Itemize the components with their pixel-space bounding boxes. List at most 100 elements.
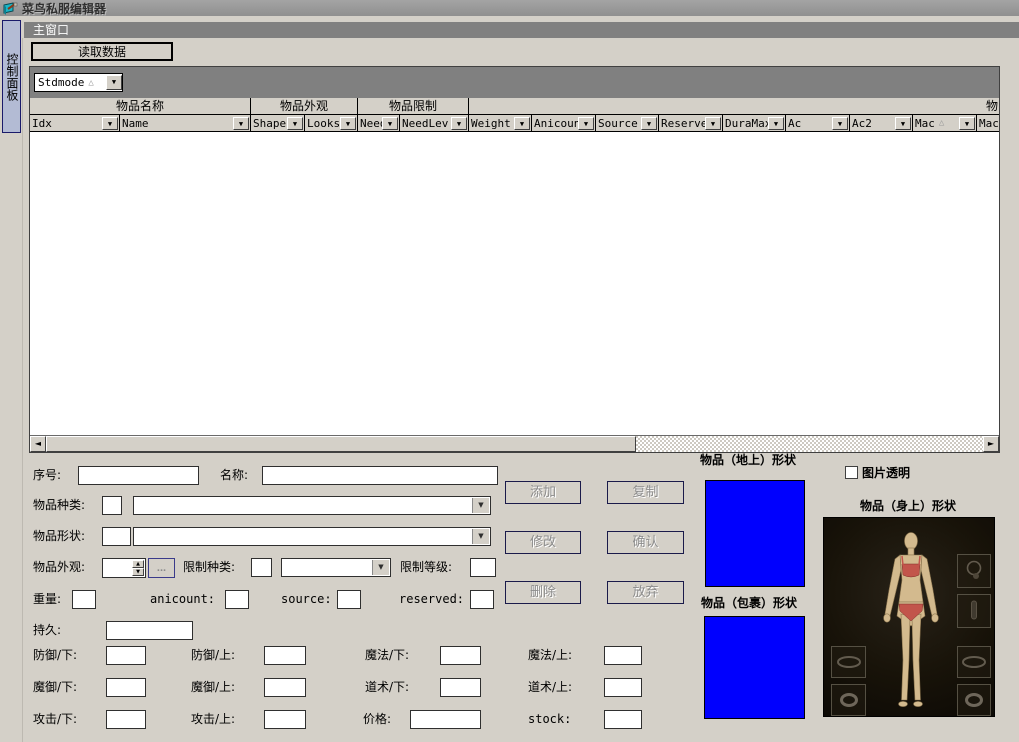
stdmode-select[interactable]: ▼ <box>133 496 491 515</box>
column-header-weight[interactable]: Weight▼ <box>469 115 532 131</box>
idx-input[interactable] <box>78 466 199 485</box>
magic-low-input[interactable] <box>440 646 481 665</box>
discard-button[interactable]: 放弃 <box>607 581 684 604</box>
column-header-need[interactable]: Need▼ <box>358 115 400 131</box>
need-select[interactable]: ▼ <box>281 558 391 577</box>
chevron-down-icon[interactable]: ▼ <box>472 529 489 544</box>
ac-low-input[interactable] <box>106 646 146 665</box>
shape-select[interactable]: ▼ <box>133 527 491 546</box>
necklace-icon <box>961 558 987 584</box>
weight-input[interactable] <box>72 590 96 609</box>
chevron-down-icon[interactable]: ▼ <box>372 560 389 575</box>
column-filter-icon[interactable]: ▼ <box>578 117 594 130</box>
scroll-left-icon[interactable]: ◄ <box>30 436 46 452</box>
mac-high-input[interactable] <box>264 678 306 697</box>
bracelet-icon <box>834 650 864 674</box>
copy-button[interactable]: 复制 <box>607 481 684 504</box>
looks-stepper[interactable]: ▲ ▼ <box>102 558 146 578</box>
column-header-source[interactable]: Source▼ <box>596 115 659 131</box>
column-filter-icon[interactable]: ▼ <box>641 117 657 130</box>
delete-button[interactable]: 删除 <box>505 581 581 604</box>
dura-input[interactable] <box>106 621 193 640</box>
column-header-mac2[interactable]: Mac <box>977 115 999 131</box>
name-input[interactable] <box>262 466 498 485</box>
character-model <box>869 528 953 714</box>
group-header-item-looks: 物品外观 <box>251 98 358 114</box>
column-filter-icon[interactable]: ▼ <box>895 117 911 130</box>
column-filter-icon[interactable]: ▼ <box>102 117 118 130</box>
column-filter-icon[interactable]: ▼ <box>287 117 303 130</box>
column-header-duramax[interactable]: DuraMax▼ <box>723 115 786 131</box>
scrollbar-thumb[interactable] <box>46 436 636 452</box>
chevron-down-icon[interactable]: ▼ <box>472 498 489 513</box>
column-header-anicount[interactable]: Anicoun▼ <box>532 115 596 131</box>
bracelet-icon <box>959 650 989 674</box>
need-code-input[interactable] <box>251 558 272 577</box>
column-header-ac2[interactable]: Ac2▼ <box>850 115 913 131</box>
column-filter-icon[interactable]: ▼ <box>514 117 530 130</box>
column-filter-icon[interactable]: ▼ <box>832 117 848 130</box>
ground-preview-label: 物品（地上）形状 <box>700 451 796 468</box>
transparent-checkbox-label[interactable]: 图片透明 <box>862 464 910 481</box>
modify-button[interactable]: 修改 <box>505 531 581 554</box>
item-editor-window: { "window": { "title": "菜鸟私服编辑器" }, "cap… <box>0 0 1019 742</box>
chevron-down-icon[interactable]: ▼ <box>106 75 122 90</box>
column-filter-icon[interactable]: ▼ <box>705 117 721 130</box>
column-filter-icon[interactable]: ▼ <box>451 117 467 130</box>
ac-high-input[interactable] <box>264 646 306 665</box>
stdmode-filter-combo[interactable]: Stdmode △ ▼ <box>34 73 123 92</box>
stepper-down-icon[interactable]: ▼ <box>132 568 144 576</box>
column-filter-icon[interactable]: ▼ <box>959 117 975 130</box>
window-titlebar: 菜鸟私服编辑器 <box>0 0 1019 16</box>
window-title: 菜鸟私服编辑器 <box>22 0 106 17</box>
mac-high-label: 魔御/上: <box>191 678 235 697</box>
column-header-reserve[interactable]: Reserve▼ <box>659 115 723 131</box>
tao-high-input[interactable] <box>604 678 642 697</box>
attack-low-input[interactable] <box>106 710 146 729</box>
load-data-button[interactable]: 读取数据 <box>31 42 173 61</box>
idx-label: 序号: <box>33 466 61 485</box>
column-header-name[interactable]: Name▼ <box>120 115 251 131</box>
scrollbar-track[interactable] <box>636 436 983 452</box>
need-level-input[interactable] <box>470 558 496 577</box>
group-header-item-name: 物品名称 <box>30 98 251 114</box>
sidebar-tab-control-panel[interactable]: 控制面板 <box>2 20 21 133</box>
tao-low-input[interactable] <box>440 678 481 697</box>
column-header-shape[interactable]: Shape▼ <box>251 115 305 131</box>
ac-low-label: 防御/下: <box>33 646 77 665</box>
column-header-looks[interactable]: Looks▼ <box>305 115 358 131</box>
column-header-needlev[interactable]: NeedLev▼ <box>400 115 469 131</box>
column-header-ac[interactable]: Ac▼ <box>786 115 850 131</box>
confirm-button[interactable]: 确认 <box>607 531 684 554</box>
column-header-idx[interactable]: Idx▼ <box>30 115 120 131</box>
mac-low-input[interactable] <box>106 678 146 697</box>
magic-high-input[interactable] <box>604 646 642 665</box>
caption-bar: 主窗口 <box>24 22 1019 38</box>
column-filter-icon[interactable]: ▼ <box>382 117 398 130</box>
column-filter-icon[interactable]: ▼ <box>233 117 249 130</box>
ring-icon <box>837 689 861 711</box>
group-header-item-limits: 物品限制 <box>358 98 469 114</box>
stepper-up-icon[interactable]: ▲ <box>132 560 144 568</box>
scroll-right-icon[interactable]: ► <box>983 436 999 452</box>
grid-group-header-row: 物品名称 物品外观 物品限制 物 <box>30 98 999 115</box>
equipment-slot-necklace <box>957 554 991 588</box>
column-header-mac[interactable]: Mac△▼ <box>913 115 977 131</box>
weight-label: 重量: <box>33 590 61 609</box>
stdmode-code-input[interactable] <box>102 496 122 515</box>
column-filter-icon[interactable]: ▼ <box>340 117 356 130</box>
anicount-input[interactable] <box>225 590 249 609</box>
looks-browse-button[interactable]: ... <box>148 558 175 578</box>
attack-high-input[interactable] <box>264 710 306 729</box>
stock-input[interactable] <box>604 710 642 729</box>
source-input[interactable] <box>337 590 361 609</box>
reserved-input[interactable] <box>470 590 494 609</box>
mac-low-label: 魔御/下: <box>33 678 77 697</box>
grid-body[interactable] <box>30 132 999 435</box>
add-button[interactable]: 添加 <box>505 481 581 504</box>
transparent-checkbox[interactable] <box>845 466 858 479</box>
shape-code-input[interactable] <box>102 527 131 546</box>
name-label: 名称: <box>220 466 248 485</box>
price-input[interactable] <box>410 710 481 729</box>
column-filter-icon[interactable]: ▼ <box>768 117 784 130</box>
